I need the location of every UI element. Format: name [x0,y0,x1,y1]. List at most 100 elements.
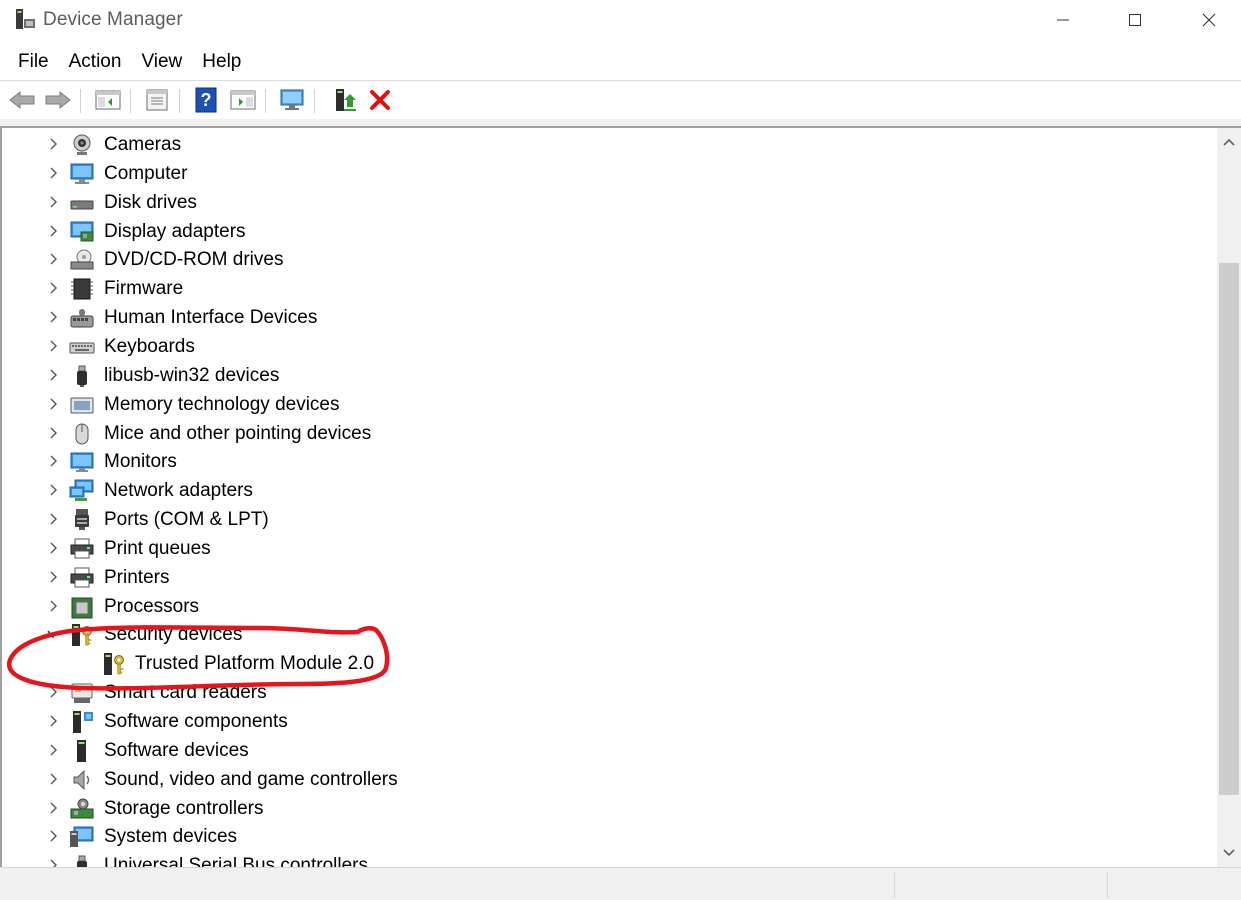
status-bar [0,867,1241,900]
tree-item-label: Network adapters [104,480,253,502]
chevron-right-icon[interactable] [46,397,60,411]
properties-icon [146,89,168,111]
tree-category-item[interactable]: Storage controllers [2,794,1217,823]
toolbar-divider [80,89,81,113]
help-button[interactable]: ? [190,85,222,115]
update-driver-button[interactable] [328,85,360,115]
tree-item-label: Monitors [104,451,177,473]
chevron-right-icon[interactable] [46,714,60,728]
menu-view[interactable]: View [131,46,192,78]
device-tree: Cameras Computer Disk drives Display adapte… [2,128,1217,867]
tree-category-item[interactable]: libusb-win32 devices [2,361,1217,390]
tree-category-item[interactable]: Memory technology devices [2,390,1217,419]
chevron-right-icon[interactable] [46,772,60,786]
close-icon [1202,13,1216,27]
chevron-right-icon[interactable] [46,858,60,867]
window-title: Device Manager [43,9,183,30]
tree-category-item[interactable]: Cameras [2,130,1217,159]
tree-category-item[interactable]: Sound, video and game controllers [2,765,1217,794]
properties-button[interactable] [141,85,173,115]
mouse-icon [75,423,89,444]
tree-category-item[interactable]: Ports (COM & LPT) [2,505,1217,534]
forward-button[interactable] [42,85,74,115]
chevron-right-icon[interactable] [46,743,60,757]
chevron-right-icon[interactable] [46,599,60,613]
chevron-right-icon[interactable] [46,829,60,843]
tree-category-item[interactable]: Smart card readers [2,678,1217,707]
port-icon [75,509,89,531]
tree-category-item[interactable]: DVD/CD-ROM drives [2,245,1217,274]
chevron-right-icon[interactable] [46,224,60,238]
menu-help[interactable]: Help [192,46,251,78]
chevron-right-icon[interactable] [46,368,60,382]
scan-hardware-button[interactable] [276,85,308,115]
tree-item-label: Memory technology devices [104,393,340,415]
tree-category-item[interactable]: Disk drives [2,188,1217,217]
chevron-right-icon[interactable] [46,454,60,468]
show-hide-console-tree-icon [95,90,121,110]
tree-category-item[interactable]: Firmware [2,274,1217,303]
scroll-up-button[interactable] [1217,128,1241,156]
back-icon [9,90,35,110]
chevron-right-icon[interactable] [46,166,60,180]
tree-item-label: Mice and other pointing devices [104,422,372,444]
tree-category-item[interactable]: Human Interface Devices [2,303,1217,332]
tree-category-item[interactable]: Software devices [2,736,1217,765]
speaker-icon [73,769,90,790]
tree-category-item[interactable]: Computer [2,159,1217,188]
tree-category-item[interactable]: Print queues [2,534,1217,563]
chevron-right-icon[interactable] [46,339,60,353]
action-pane-button[interactable] [227,85,259,115]
uninstall-device-button[interactable] [364,85,396,115]
chevron-right-icon[interactable] [46,426,60,440]
chevron-down-icon[interactable] [46,627,60,641]
tree-category-item[interactable]: Printers [2,563,1217,592]
tree-category-item[interactable]: Monitors [2,447,1217,476]
title-bar: Device Manager [0,0,1241,40]
tree-category-item[interactable]: Processors [2,592,1217,621]
monitor-icon [70,452,94,473]
tree-category-item[interactable]: Security devices [2,620,1217,649]
close-button[interactable] [1172,0,1241,40]
tree-category-item[interactable]: Mice and other pointing devices [2,419,1217,448]
tree-item-label: libusb-win32 devices [104,364,280,386]
chevron-right-icon[interactable] [46,801,60,815]
chevron-right-icon[interactable] [46,252,60,266]
menu-action[interactable]: Action [59,46,132,78]
usb-plug-icon [77,855,87,867]
smart-card-icon [71,683,93,704]
chevron-right-icon[interactable] [46,195,60,209]
firmware-icon [71,278,93,300]
tree-category-item[interactable]: Software components [2,707,1217,736]
show-hide-console-tree-button[interactable] [92,85,124,115]
maximize-icon [1129,14,1141,26]
processor-icon [71,597,93,619]
menu-file[interactable]: File [8,46,59,78]
tree-category-item[interactable]: Keyboards [2,332,1217,361]
vertical-scrollbar[interactable] [1217,128,1241,867]
chevron-right-icon[interactable] [46,310,60,324]
tree-category-item[interactable]: Network adapters [2,476,1217,505]
chevron-right-icon[interactable] [46,281,60,295]
minimize-button[interactable] [1026,0,1100,40]
chevron-up-icon [1223,138,1235,146]
display-adapter-icon [70,221,94,242]
tree-category-item[interactable]: System devices [2,822,1217,851]
forward-icon [45,90,71,110]
minimize-icon [1057,19,1069,21]
back-button[interactable] [6,85,38,115]
chevron-right-icon[interactable] [46,685,60,699]
tree-category-item[interactable]: Display adapters [2,217,1217,246]
tree-child-item[interactable]: Trusted Platform Module 2.0 [2,649,1217,678]
tree-item-label: Human Interface Devices [104,307,318,329]
chevron-right-icon[interactable] [46,137,60,151]
chevron-right-icon[interactable] [46,512,60,526]
chevron-right-icon[interactable] [46,483,60,497]
tree-category-item[interactable]: Universal Serial Bus controllers [2,851,1217,867]
chevron-right-icon[interactable] [46,570,60,584]
maximize-button[interactable] [1098,0,1172,40]
tree-item-label: Sound, video and game controllers [104,768,398,790]
scroll-thumb[interactable] [1219,263,1239,795]
scroll-down-button[interactable] [1217,839,1241,867]
chevron-right-icon[interactable] [46,541,60,555]
